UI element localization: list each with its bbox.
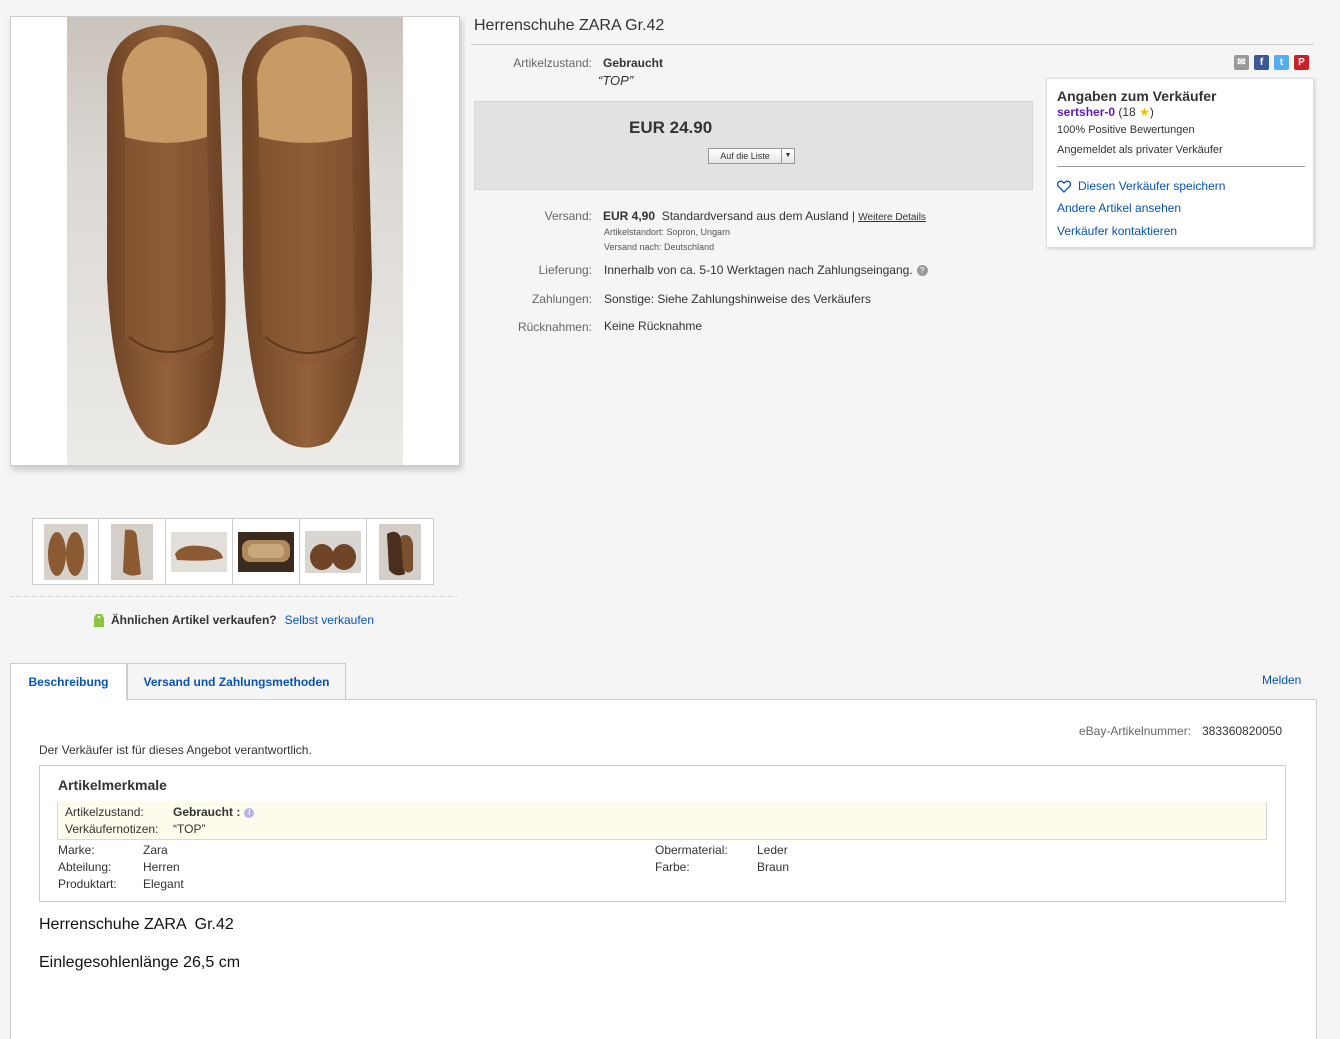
condition-value: Gebraucht <box>603 56 664 70</box>
spec-condition-value: Gebraucht : <box>173 805 241 819</box>
shipping-line: EUR 4,90 Standardversand aus dem Ausland… <box>603 209 926 223</box>
item-number-label: eBay-Artikelnummer: <box>1079 724 1192 738</box>
payments-value: Sonstige: Siehe Zahlungshinweise des Ver… <box>604 292 871 306</box>
thumbnail-4[interactable] <box>233 518 300 585</box>
seller-info-box: Angaben zum Verkäufer sertsher-0 (18 ★) … <box>1046 78 1314 248</box>
payments-label: Zahlungen: <box>531 292 592 306</box>
info-icon[interactable]: i <box>244 808 255 818</box>
specifics-condition-row: Artikelzustand: Gebraucht :i Verkäuferno… <box>57 802 1267 840</box>
spec-value: Herren <box>143 860 180 874</box>
report-link[interactable]: Melden <box>1262 673 1301 687</box>
spec-condition-line: Gebraucht :i <box>173 805 255 819</box>
spec-label: Obermaterial: <box>655 843 728 857</box>
delivery-label: Lieferung: <box>538 263 592 277</box>
add-to-watchlist-button[interactable]: Auf die Liste ▼ <box>708 148 795 164</box>
help-icon[interactable]: ? <box>916 265 928 276</box>
thumbnail-6[interactable] <box>367 518 434 585</box>
spec-value: Zara <box>143 843 168 857</box>
thumbnail-3[interactable] <box>166 518 233 585</box>
watchlist-label: Auf die Liste <box>720 151 770 161</box>
mail-icon[interactable]: ✉ <box>1234 55 1249 70</box>
spec-notes-label: Verkäufernotizen: <box>65 822 159 836</box>
title-divider <box>471 44 1314 45</box>
seller-name-line: sertsher-0 (18 ★) <box>1057 105 1154 119</box>
tab-shipping-payment[interactable]: Versand und Zahlungsmethoden <box>127 663 346 700</box>
chevron-down-icon[interactable]: ▼ <box>781 149 794 163</box>
sell-similar-question: Ähnlichen Artikel verkaufen? <box>111 613 277 627</box>
description-line-1: Herrenschuhe ZARA Gr.42 <box>39 916 234 933</box>
twitter-icon[interactable]: t <box>1274 55 1289 70</box>
sell-similar-bar: Ähnlichen Artikel verkaufen? Selbst verk… <box>93 612 374 628</box>
condition-label: Artikelzustand: <box>513 56 592 70</box>
contact-seller-link[interactable]: Verkäufer kontaktieren <box>1057 224 1177 238</box>
pinterest-icon[interactable]: P <box>1294 55 1309 70</box>
share-icons: ✉ f t P <box>1234 55 1309 70</box>
save-seller-link[interactable]: Diesen Verkäufer speichern <box>1057 179 1225 193</box>
sell-yourself-link[interactable]: Selbst verkaufen <box>285 613 374 627</box>
seller-heading: Angaben zum Verkäufer <box>1057 88 1217 104</box>
spec-label: Abteilung: <box>58 860 112 874</box>
shipping-cost: EUR 4,90 <box>603 209 656 223</box>
spec-label: Produktart: <box>58 877 117 891</box>
delivery-line: Innerhalb von ca. 5-10 Werktagen nach Za… <box>604 263 928 277</box>
seller-username[interactable]: sertsher-0 <box>1057 105 1115 119</box>
price-tag-icon <box>94 614 104 627</box>
price-box: EUR 24.90 Auf die Liste ▼ <box>474 101 1033 190</box>
condition-note: “TOP” <box>598 73 634 88</box>
spec-condition-label: Artikelzustand: <box>65 805 144 819</box>
positive-feedback: 100% Positive Bewertungen <box>1057 124 1195 136</box>
seller-responsible-note: Der Verkäufer ist für dieses Angebot ver… <box>39 743 312 757</box>
thumbnail-5[interactable] <box>300 518 367 585</box>
heart-icon <box>1057 180 1071 193</box>
seller-divider <box>1057 166 1305 167</box>
specifics-heading: Artikelmerkmale <box>58 777 167 793</box>
tab-description[interactable]: Beschreibung <box>10 663 127 701</box>
shipping-label: Versand: <box>544 209 592 223</box>
delivery-value: Innerhalb von ca. 5-10 Werktagen nach Za… <box>604 263 913 277</box>
item-title: Herrenschuhe ZARA Gr.42 <box>474 17 665 34</box>
facebook-icon[interactable]: f <box>1254 55 1269 70</box>
returns-label: Rücknahmen: <box>517 320 592 334</box>
star-icon: ★ <box>1139 105 1150 119</box>
returns-value: Keine Rücknahme <box>604 319 703 333</box>
other-items-link[interactable]: Andere Artikel ansehen <box>1057 201 1181 215</box>
shipping-details-link[interactable]: Weitere Details <box>858 212 926 223</box>
thumbnail-strip <box>32 518 434 585</box>
thumbnail-1[interactable] <box>32 518 99 585</box>
item-specifics: Artikelmerkmale Artikelzustand: Gebrauch… <box>39 765 1286 902</box>
description-panel: eBay-Artikelnummer: 383360820050 Der Ver… <box>10 699 1317 1039</box>
thumbnail-divider <box>10 596 457 597</box>
spec-value: Elegant <box>143 877 184 891</box>
spec-label: Farbe: <box>655 860 690 874</box>
spec-value: Braun <box>757 860 790 874</box>
shipping-method: Standardversand aus dem Ausland | <box>661 209 855 223</box>
spec-label: Marke: <box>58 843 95 857</box>
description-line-2: Einlegesohlenlänge 26,5 cm <box>39 954 241 971</box>
item-location: Artikelstandort: Sopron, Ungarn <box>604 227 731 237</box>
shoe-photo <box>67 17 403 465</box>
main-product-image[interactable] <box>10 16 460 466</box>
feedback-score[interactable]: (18 <box>1118 105 1135 119</box>
price-value: EUR 24.90 <box>629 118 713 137</box>
feedback-close: ) <box>1149 105 1154 119</box>
seller-type: Angemeldet als privater Verkäufer <box>1057 144 1223 156</box>
item-number: 383360820050 <box>1202 724 1283 738</box>
save-seller-label: Diesen Verkäufer speichern <box>1078 179 1226 193</box>
spec-notes-value: “TOP” <box>173 822 206 836</box>
ships-to: Versand nach: Deutschland <box>604 242 715 252</box>
spec-value: Leder <box>757 843 788 857</box>
thumbnail-2[interactable] <box>99 518 166 585</box>
